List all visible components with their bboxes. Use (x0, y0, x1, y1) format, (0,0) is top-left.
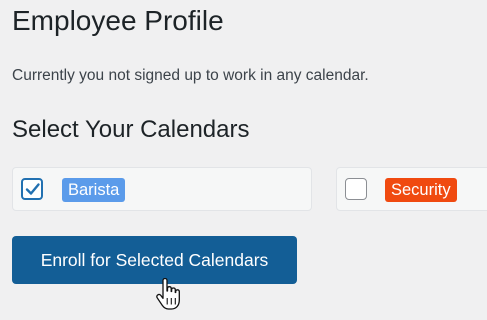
calendar-label-security: Security (385, 178, 457, 202)
checkmark-icon (25, 183, 40, 195)
calendar-label-barista: Barista (62, 178, 126, 202)
section-title: Select Your Calendars (12, 116, 250, 143)
calendar-option-security[interactable]: Security (336, 167, 487, 211)
enroll-button[interactable]: Enroll for Selected Calendars (12, 236, 297, 284)
signup-notice: Currently you not signed up to work in a… (12, 67, 369, 84)
barista-checkbox[interactable] (21, 178, 43, 200)
security-checkbox[interactable] (345, 178, 367, 200)
employee-profile-page: Employee Profile Currently you not signe… (0, 0, 487, 320)
hand-pointer-icon (156, 278, 180, 310)
page-title: Employee Profile (12, 5, 224, 36)
calendar-option-barista[interactable]: Barista (12, 167, 312, 211)
